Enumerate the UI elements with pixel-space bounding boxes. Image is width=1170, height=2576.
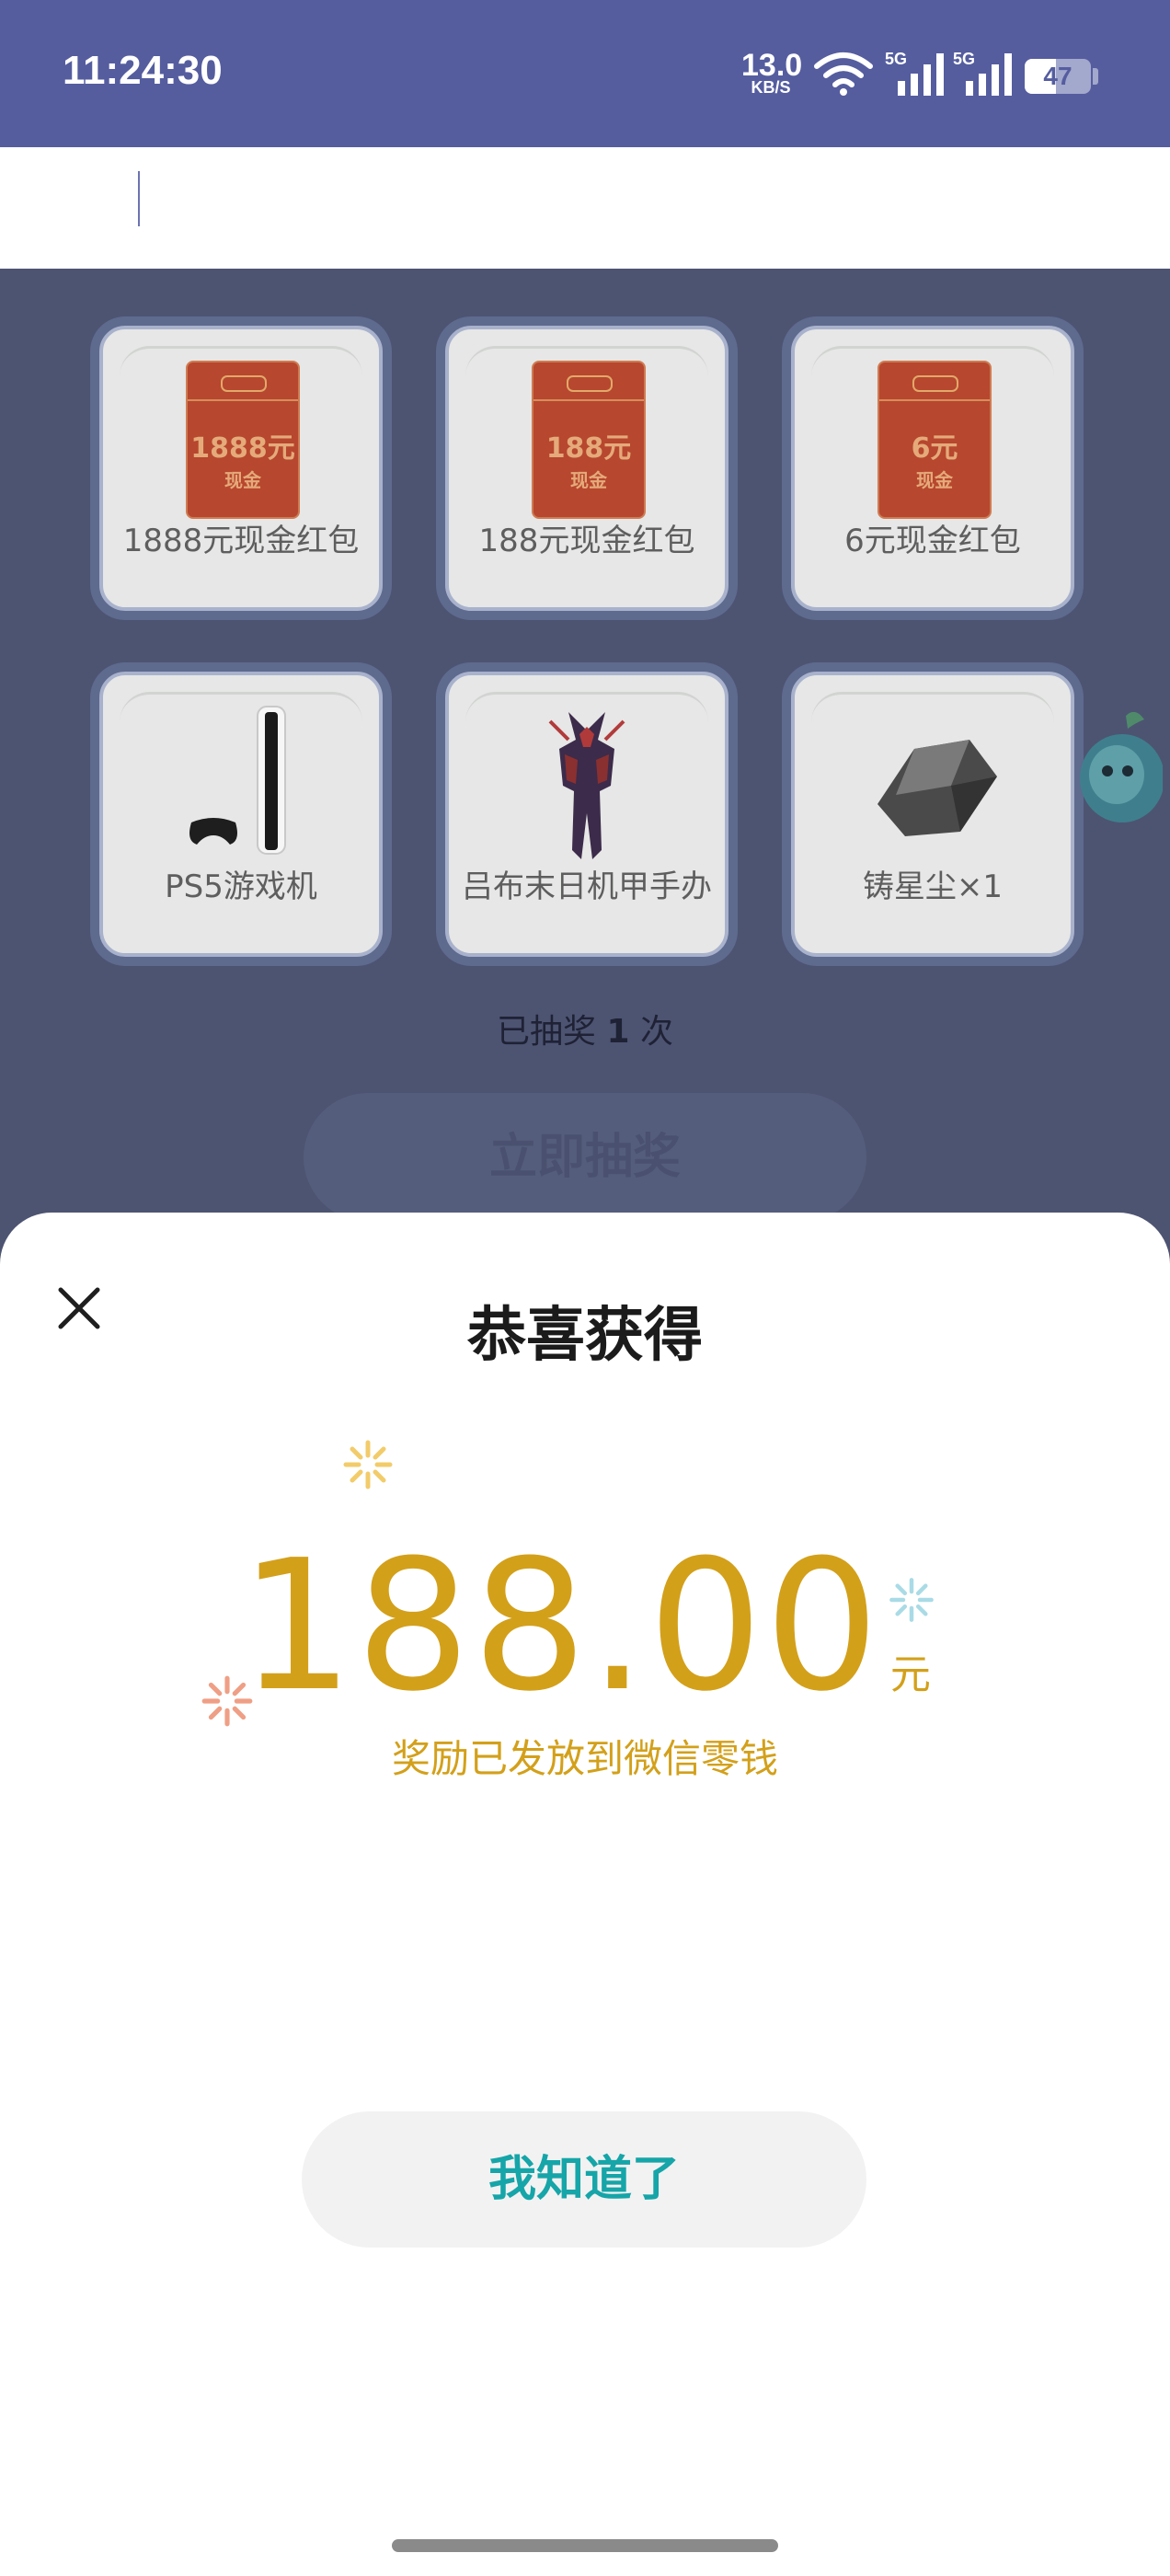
draw-count-number: 1 [606, 1013, 630, 1051]
red-packet-amount: 6元 [911, 432, 958, 465]
network-speed-value: 13.0 [741, 48, 803, 83]
signal-icon: 5G [885, 50, 946, 101]
reward-amount-value: 188.00 [239, 1522, 881, 1731]
sparkle-icon [343, 1440, 393, 1489]
prize-card: 188元 现金 188元现金红包 [445, 326, 728, 611]
activity-page-overlay: 1888元 现金 1888元现金红包 188元 现金 188元现金红包 6元 现… [0, 269, 1170, 1281]
reward-amount: 188.00 元 [0, 1535, 1170, 1719]
wifi-icon [814, 52, 873, 96]
signal-icon: 5G [953, 50, 1014, 101]
prize-card: 吕布末日机甲手办 [445, 672, 728, 957]
prize-label: 铸星尘×1 [862, 868, 1004, 905]
reward-sheet: 恭喜获得 188.00 元 奖励已发放到微信零钱 我知道了 [0, 1213, 1170, 2576]
ps5-controller-image [189, 818, 237, 845]
home-indicator[interactable] [392, 2539, 778, 2552]
prize-label: 6元现金红包 [844, 523, 1021, 559]
draw-count: 已抽奖 1 次 [0, 1008, 1170, 1056]
prize-label: PS5游戏机 [165, 868, 317, 905]
draw-now-button[interactable]: 立即抽奖 [304, 1093, 866, 1222]
red-packet-cash-label: 现金 [570, 469, 607, 491]
prize-card: 1888元 现金 1888元现金红包 [99, 326, 383, 611]
confirm-button[interactable]: 我知道了 [302, 2111, 866, 2248]
battery-tip [1093, 68, 1098, 85]
battery-level: 47 [1043, 62, 1072, 90]
prize-card: PS5游戏机 [99, 672, 383, 957]
red-packet-amount: 1888元 [190, 432, 295, 465]
mecha-figure-image [548, 712, 625, 859]
red-packet-cash-label: 现金 [916, 469, 953, 491]
red-packet-cash-label: 现金 [224, 469, 261, 491]
signal-type-label: 5G [953, 50, 976, 68]
status-time: 11:24:30 [63, 48, 223, 93]
draw-count-suffix: 次 [639, 1013, 673, 1051]
red-packet-image: 188元 现金 [532, 361, 646, 519]
prize-label: 吕布末日机甲手办 [462, 868, 712, 905]
reward-title: 恭喜获得 [467, 1302, 703, 1370]
close-icon[interactable] [33, 162, 107, 236]
status-bar: 11:24:30 13.0 KB/S 5G 5G 47 王者世界移动端正式开服 [0, 0, 1170, 227]
signal-type-label: 5G [885, 50, 908, 68]
prize-card: 6元 现金 6元现金红包 [791, 326, 1074, 611]
red-packet-image: 6元 现金 [878, 361, 992, 519]
more-icon[interactable] [1049, 184, 1122, 217]
reward-note: 奖励已发放到微信零钱 [391, 1736, 778, 1781]
prize-label: 188元现金红包 [478, 523, 695, 559]
draw-count-prefix: 已抽奖 [497, 1013, 597, 1051]
prize-card: 铸星尘×1 [791, 672, 1074, 957]
ps5-console-image [257, 706, 286, 855]
prize-label: 1888元现金红包 [122, 523, 360, 559]
reward-amount-unit: 元 [889, 1651, 931, 1698]
network-speed: 13.0 KB/S [741, 48, 803, 96]
red-packet-amount: 188元 [545, 432, 632, 465]
nav-divider [138, 171, 140, 226]
mascot-icon[interactable] [1071, 707, 1163, 826]
battery-icon: 47 [1025, 59, 1091, 94]
stardust-ore-image [878, 740, 997, 836]
page-title: 王者世界移动端正式开服 [312, 169, 858, 227]
red-packet-image: 1888元 现金 [186, 361, 300, 519]
